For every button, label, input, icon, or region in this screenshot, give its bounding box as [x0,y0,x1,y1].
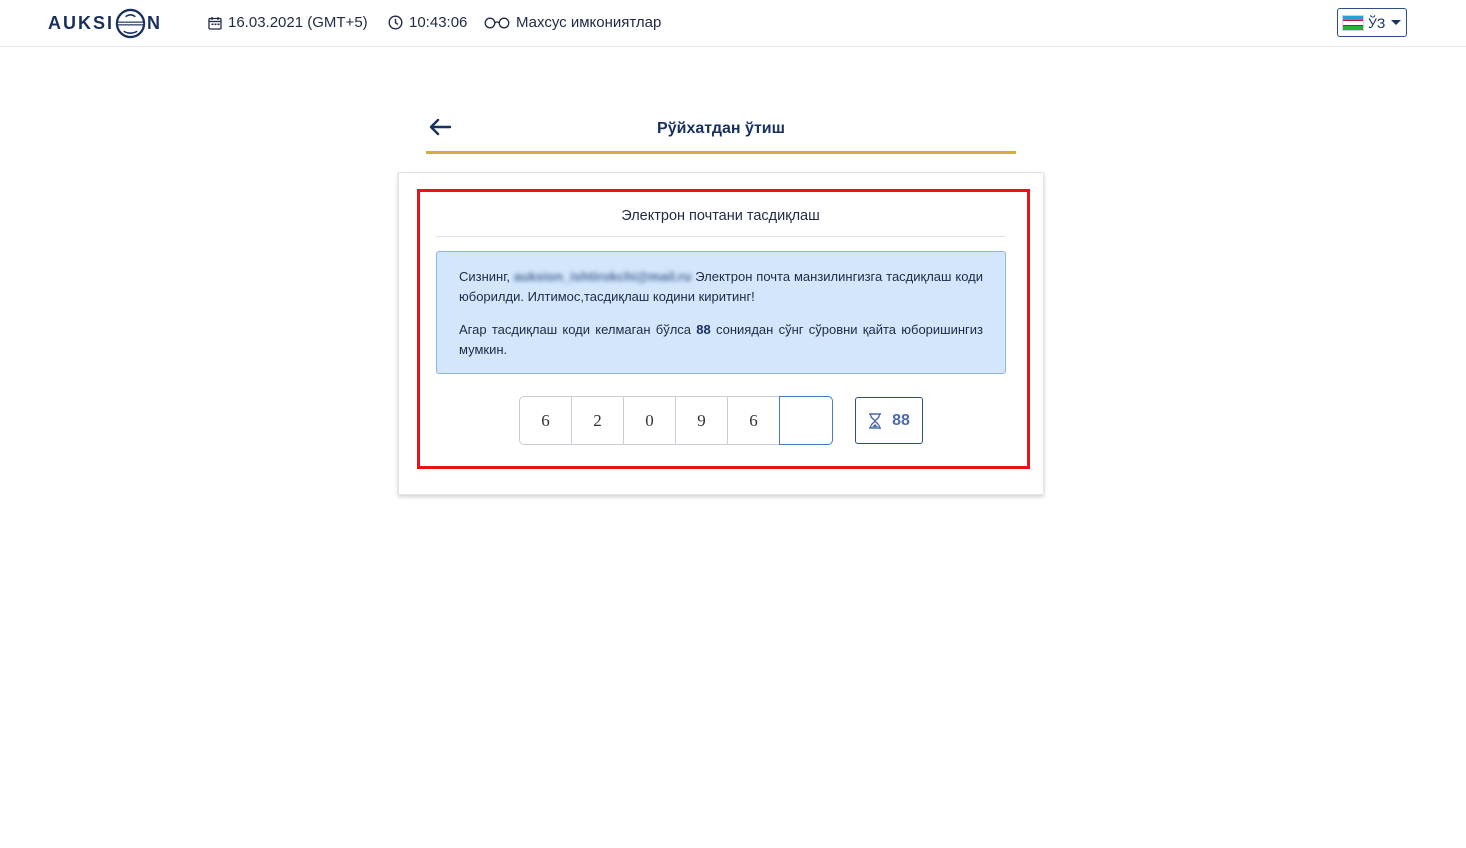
accessibility-label: Махсус имкониятлар [516,14,662,31]
resend-prefix: Агар тасдиқлаш коди келмаган бўлса [459,322,697,337]
otp-digit-3[interactable]: 0 [623,396,676,445]
resend-timer-button[interactable]: 88 [855,397,923,444]
info-message: Сизнинг, auksion_ishtirokchi@mail.ru Эле… [459,267,983,307]
accessibility-link[interactable]: Махсус имкониятлар [484,14,661,31]
time-text: 10:43:06 [409,14,468,31]
top-header: AUKSI N 16.03.2021 (GMT+5) 10:43:06 Махс… [0,0,1466,47]
logo-emblem-icon [115,8,146,38]
logo-text-left: AUKSI [48,12,115,33]
otp-digit-4[interactable]: 9 [675,396,728,445]
page-title: Рўйхатдан ўтиш [657,120,785,137]
clock-icon [388,15,403,30]
card-title: Электрон почтани тасдиқлаш [436,200,1005,237]
resend-message: Агар тасдиқлаш коди келмаган бўлса 88 со… [459,320,983,360]
language-label: ЎЗ [1368,14,1386,31]
auksion-logo[interactable]: AUKSI N [48,7,162,39]
resend-seconds: 88 [696,322,711,337]
logo-text-right: N [147,12,163,33]
otp-digit-6[interactable] [779,396,833,445]
email-address: auksion_ishtirokchi@mail.ru [513,269,692,284]
chevron-down-icon [1391,20,1402,25]
date-display: 16.03.2021 (GMT+5) [208,14,368,31]
otp-input-group: 6 2 0 9 6 [519,396,833,445]
message-prefix: Сизнинг, [459,269,514,284]
date-text: 16.03.2021 (GMT+5) [228,14,368,31]
language-selector[interactable]: ЎЗ [1337,8,1407,37]
otp-digit-2[interactable]: 2 [571,396,624,445]
otp-digit-1[interactable]: 6 [519,396,572,445]
page-title-bar: Рўйхатдан ўтиш [426,108,1016,154]
uzbekistan-flag-icon [1342,14,1364,31]
glasses-icon [484,17,510,28]
time-display: 10:43:06 [388,14,467,31]
calendar-icon [208,16,222,30]
timer-value: 88 [892,411,910,429]
hourglass-icon [869,412,882,429]
info-alert: Сизнинг, auksion_ishtirokchi@mail.ru Эле… [436,251,1006,374]
otp-digit-5[interactable]: 6 [727,396,780,445]
